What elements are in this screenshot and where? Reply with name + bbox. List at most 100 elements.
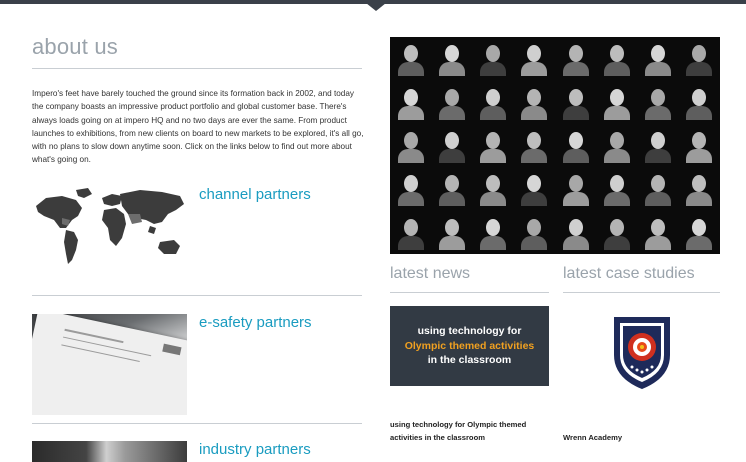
face-shoulders: [521, 105, 548, 120]
face-shoulders: [562, 192, 589, 207]
face-shoulders: [562, 149, 589, 163]
face-head: [527, 218, 542, 236]
team-member-photo: [519, 41, 549, 77]
face-shoulders: [397, 235, 424, 250]
face-head: [444, 88, 459, 106]
team-member-photo: [437, 171, 467, 207]
face-shoulders: [397, 105, 424, 120]
face-shoulders: [603, 149, 630, 163]
face-head: [651, 218, 666, 236]
face-head: [568, 45, 583, 63]
face-shoulders: [686, 192, 713, 207]
team-member-photo: [643, 171, 673, 207]
face-shoulders: [438, 105, 465, 120]
face-shoulders: [438, 235, 465, 250]
face-shoulders: [645, 149, 672, 163]
team-member-photo: [437, 128, 467, 163]
face-shoulders: [480, 235, 507, 250]
channel-partners-link[interactable]: channel partners: [199, 186, 311, 203]
face-shoulders: [521, 235, 548, 250]
face-head: [527, 175, 542, 193]
face-shoulders: [603, 235, 630, 250]
team-member-photo: [602, 215, 632, 250]
face-shoulders: [603, 62, 630, 77]
team-member-photo: [561, 215, 591, 250]
team-member-photo: [478, 215, 508, 250]
team-member-photo: [519, 85, 549, 120]
face-head: [692, 45, 707, 63]
face-shoulders: [645, 192, 672, 207]
face-head: [403, 132, 418, 149]
face-head: [651, 45, 666, 63]
face-shoulders: [562, 105, 589, 120]
face-head: [692, 218, 707, 236]
team-member-photo: [561, 85, 591, 120]
document-logo: [162, 343, 182, 356]
case-study-caption-link[interactable]: Wrenn Academy: [563, 431, 622, 444]
face-head: [609, 175, 624, 193]
face-shoulders: [603, 105, 630, 120]
document-sheet: [32, 314, 187, 415]
team-photo-grid: [390, 37, 720, 254]
team-member-photo: [684, 85, 714, 120]
team-member-photo: [561, 171, 591, 207]
news-caption-link[interactable]: using technology for Olympic themed acti…: [390, 418, 552, 444]
face-head: [527, 88, 542, 106]
face-head: [568, 175, 583, 193]
industry-partners-link[interactable]: industry partners: [199, 441, 311, 458]
divider: [32, 423, 362, 424]
team-member-photo: [561, 128, 591, 163]
face-shoulders: [397, 192, 424, 207]
face-shoulders: [603, 192, 630, 207]
team-member-photo: [602, 128, 632, 163]
about-paragraph: Impero's feet have barely touched the gr…: [32, 89, 364, 165]
face-shoulders: [480, 192, 507, 207]
team-member-photo: [561, 41, 591, 77]
team-member-photo: [396, 128, 426, 163]
news-box-highlight: Olympic themed activities: [404, 339, 535, 352]
face-head: [568, 132, 583, 149]
team-member-photo: [643, 215, 673, 250]
face-head: [692, 132, 707, 149]
face-head: [486, 175, 501, 193]
e-safety-partners-link[interactable]: e-safety partners: [199, 314, 312, 331]
divider: [32, 295, 362, 296]
face-head: [403, 45, 418, 63]
team-member-photo: [643, 85, 673, 120]
e-safety-document-photo[interactable]: [32, 314, 187, 415]
team-member-photo: [519, 128, 549, 163]
face-shoulders: [480, 149, 507, 163]
latest-case-studies-heading: latest case studies: [563, 265, 695, 282]
news-box-text-end: in the classroom: [427, 354, 512, 367]
face-head: [403, 175, 418, 193]
face-head: [444, 132, 459, 149]
face-shoulders: [645, 105, 672, 120]
team-member-photo: [643, 41, 673, 77]
world-map-icon[interactable]: [32, 184, 190, 272]
team-member-photo: [519, 215, 549, 250]
face-head: [486, 132, 501, 149]
team-member-photo: [684, 215, 714, 250]
shield-rose-crest-icon[interactable]: [612, 315, 672, 390]
face-head: [609, 45, 624, 63]
text-line: [61, 344, 140, 362]
face-shoulders: [521, 192, 548, 207]
industry-office-photo[interactable]: [32, 441, 187, 462]
news-thumbnail[interactable]: using technology for Olympic themed acti…: [390, 306, 549, 386]
team-member-photo: [684, 41, 714, 77]
face-shoulders: [562, 62, 589, 77]
team-member-photo: [437, 85, 467, 120]
team-member-photo: [396, 85, 426, 120]
face-head: [609, 132, 624, 149]
face-head: [568, 88, 583, 106]
face-head: [527, 132, 542, 149]
face-head: [403, 88, 418, 106]
team-member-photo: [602, 171, 632, 207]
face-shoulders: [480, 105, 507, 120]
divider: [32, 68, 362, 69]
face-head: [403, 218, 418, 236]
face-head: [609, 88, 624, 106]
team-member-photo: [519, 171, 549, 207]
face-head: [692, 88, 707, 106]
team-member-photo: [396, 41, 426, 77]
